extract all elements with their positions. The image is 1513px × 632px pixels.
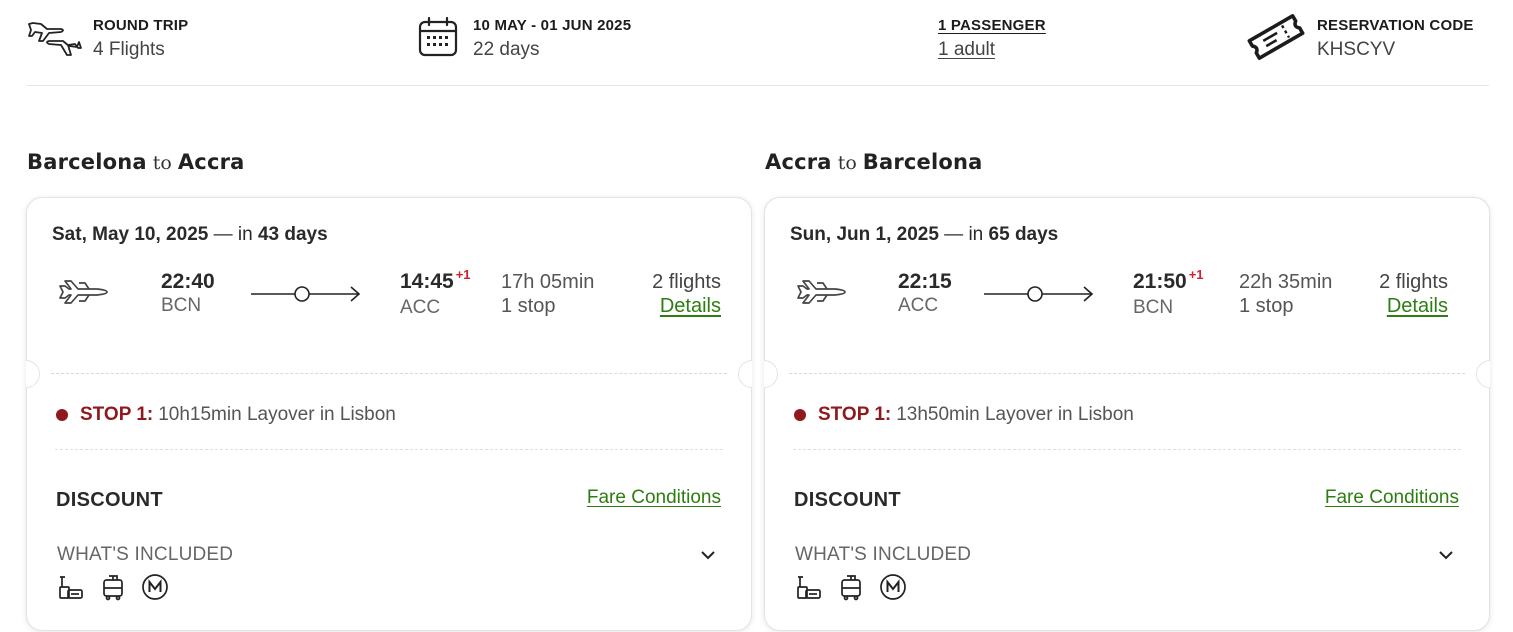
- inbound-arrival: 21:50 +1 BCN: [1133, 267, 1204, 320]
- outbound-arrival-time-row: 14:45 +1: [400, 267, 471, 296]
- inbound-flight-count: 2 flights: [1379, 271, 1448, 293]
- outbound-fare-conditions-link[interactable]: Fare Conditions: [587, 487, 721, 509]
- outbound-route-title: Barcelona to Accra: [27, 148, 245, 175]
- inbound-departure: 22:15 ACC: [898, 270, 952, 318]
- outbound-fare-name: DISCOUNT: [56, 489, 163, 511]
- inbound-fare-conditions-link[interactable]: Fare Conditions: [1325, 487, 1459, 509]
- outbound-stop-text: 10h15min Layover in Lisbon: [158, 404, 396, 425]
- inbound-details-link[interactable]: Details: [1379, 294, 1448, 318]
- inbound-date-line: Sun, Jun 1, 2025 — in 65 days: [790, 224, 1058, 246]
- inbound-route-title: Accra to Barcelona: [765, 148, 983, 175]
- outbound-in-prefix: — in: [208, 224, 258, 245]
- divider: [789, 373, 1465, 374]
- checked-bag-icon: [99, 573, 127, 601]
- outbound-amenities: [57, 573, 169, 601]
- inbound-to-word: to: [837, 152, 857, 174]
- ticket-icon: [1245, 12, 1307, 62]
- ticket-notch-right: [738, 360, 752, 388]
- next-day-badge: +1: [1188, 267, 1204, 282]
- outbound-arrival-time: 14:45: [400, 270, 454, 293]
- trip-dates-heading: 10 MAY - 01 JUN 2025: [473, 17, 632, 34]
- ticket-notch-left: [764, 360, 778, 388]
- chevron-down-icon[interactable]: [699, 546, 717, 564]
- stop-dot-icon: [794, 409, 806, 421]
- checked-bag-icon: [837, 573, 865, 601]
- ticket-notch-left: [26, 360, 40, 388]
- chevron-down-icon[interactable]: [1437, 546, 1455, 564]
- outbound-origin: Barcelona: [27, 150, 147, 174]
- miles-m-icon: [141, 573, 169, 601]
- divider: [55, 449, 723, 450]
- outbound-whats-included-label: WHAT'S INCLUDED: [57, 544, 234, 565]
- inbound-arrival-code: BCN: [1133, 297, 1174, 318]
- inbound-stops: 1 stop: [1239, 295, 1294, 317]
- inbound-stop-text: 13h50min Layover in Lisbon: [896, 404, 1134, 425]
- miles-m-icon: [879, 573, 907, 601]
- hand-luggage-icon: [57, 573, 85, 601]
- inbound-flights-block: 2 flights Details: [1379, 270, 1448, 318]
- outbound-departure-code: BCN: [161, 295, 202, 316]
- passengers-summary[interactable]: 1 PASSENGER 1 adult: [938, 12, 1046, 63]
- trip-type-summary: ROUND TRIP 4 Flights: [27, 12, 188, 63]
- trip-dates-length: 22 days: [473, 39, 540, 60]
- stop-dot-icon: [56, 409, 68, 421]
- outbound-flight-count: 2 flights: [652, 271, 721, 293]
- divider: [51, 373, 727, 374]
- route-arrow-icon: [251, 286, 361, 302]
- outbound-stops: 1 stop: [501, 295, 556, 317]
- outbound-flight-card: Sat, May 10, 2025 — in 43 days 22:40 BCN…: [26, 197, 752, 631]
- inbound-fare-name: DISCOUNT: [794, 489, 901, 511]
- inbound-origin: Accra: [765, 150, 832, 174]
- inbound-duration-block: 22h 35min 1 stop: [1239, 270, 1332, 318]
- trip-type-heading: ROUND TRIP: [93, 17, 189, 34]
- outbound-departure: 22:40 BCN: [161, 270, 215, 318]
- inbound-stop-label: STOP 1:: [818, 404, 892, 425]
- inbound-duration: 22h 35min: [1239, 271, 1333, 293]
- airplane-icon: [795, 270, 851, 314]
- outbound-details-link[interactable]: Details: [652, 294, 721, 318]
- inbound-flight-card: Sun, Jun 1, 2025 — in 65 days 22:15 ACC …: [764, 197, 1490, 631]
- inbound-arrival-time: 21:50: [1133, 270, 1187, 293]
- inbound-in-prefix: — in: [938, 224, 989, 245]
- passengers-detail-link[interactable]: 1 adult: [938, 37, 1046, 63]
- calendar-icon: [413, 12, 463, 62]
- inbound-departure-time: 22:15: [898, 270, 952, 293]
- trip-type-flights: 4 Flights: [93, 39, 165, 60]
- reservation-code-heading: RESERVATION CODE: [1317, 17, 1474, 34]
- outbound-date-line: Sat, May 10, 2025 — in 43 days: [52, 224, 328, 246]
- airplane-icon: [57, 270, 113, 314]
- trip-dates-summary: 10 MAY - 01 JUN 2025 22 days: [413, 12, 631, 63]
- outbound-days-until: 43 days: [257, 224, 328, 245]
- inbound-destination: Barcelona: [862, 150, 983, 174]
- inbound-arrival-time-row: 21:50 +1: [1133, 267, 1204, 296]
- ticket-notch-right: [1476, 360, 1490, 388]
- outbound-flights-block: 2 flights Details: [652, 270, 721, 318]
- outbound-duration: 17h 05min: [501, 271, 595, 293]
- outbound-arrival: 14:45 +1 ACC: [400, 267, 471, 320]
- divider: [793, 449, 1461, 450]
- inbound-amenities: [795, 573, 907, 601]
- passengers-heading-link[interactable]: 1 PASSENGER: [938, 15, 1046, 37]
- inbound-whats-included-label: WHAT'S INCLUDED: [795, 544, 972, 565]
- inbound-departure-code: ACC: [898, 295, 939, 316]
- outbound-arrival-code: ACC: [400, 297, 441, 318]
- reservation-summary: RESERVATION CODE KHSCYV: [1245, 12, 1474, 63]
- outbound-date: Sat, May 10, 2025: [52, 224, 209, 245]
- outbound-destination: Accra: [177, 150, 245, 174]
- outbound-stop-info: STOP 1: 10h15min Layover in Lisbon: [56, 404, 396, 426]
- route-arrow-icon: [984, 286, 1094, 302]
- round-trip-planes-icon: [27, 12, 83, 62]
- reservation-code-value: KHSCYV: [1317, 39, 1396, 60]
- outbound-stop-label: STOP 1:: [80, 404, 154, 425]
- inbound-stop-info: STOP 1: 13h50min Layover in Lisbon: [794, 404, 1134, 426]
- outbound-duration-block: 17h 05min 1 stop: [501, 270, 594, 318]
- trip-summary-bar: ROUND TRIP 4 Flights 10 MAY - 01 JUN 202…: [27, 0, 1489, 86]
- inbound-days-until: 65 days: [988, 224, 1059, 245]
- inbound-date: Sun, Jun 1, 2025: [790, 224, 939, 245]
- outbound-to-word: to: [152, 152, 172, 174]
- outbound-departure-time: 22:40: [161, 270, 215, 293]
- next-day-badge: +1: [455, 267, 471, 282]
- hand-luggage-icon: [795, 573, 823, 601]
